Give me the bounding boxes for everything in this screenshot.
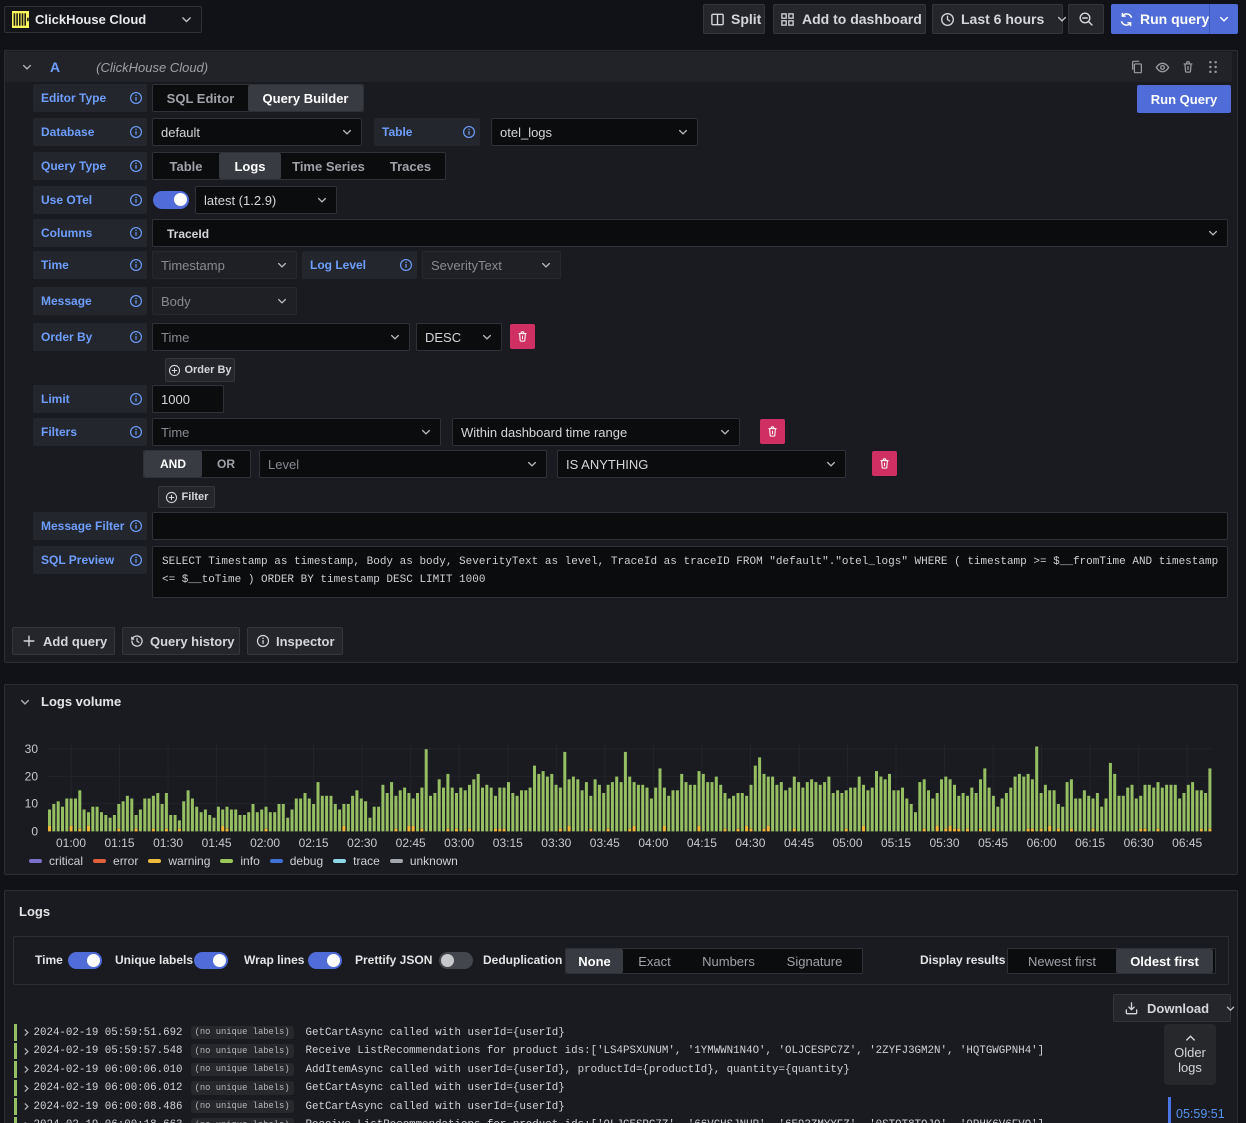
svg-text:20: 20 (25, 769, 39, 783)
svg-text:02:30: 02:30 (347, 836, 377, 850)
svg-text:05:15: 05:15 (881, 836, 911, 850)
svg-text:01:00: 01:00 (56, 836, 86, 850)
svg-text:06:15: 06:15 (1075, 836, 1105, 850)
svg-text:03:30: 03:30 (541, 836, 571, 850)
svg-text:06:00: 06:00 (1027, 836, 1057, 850)
svg-text:04:30: 04:30 (735, 836, 765, 850)
svg-text:06:30: 06:30 (1124, 836, 1154, 850)
svg-text:01:30: 01:30 (153, 836, 183, 850)
svg-text:05:45: 05:45 (978, 836, 1008, 850)
svg-text:04:15: 04:15 (687, 836, 717, 850)
svg-text:06:45: 06:45 (1172, 836, 1202, 850)
svg-text:02:15: 02:15 (299, 836, 329, 850)
svg-text:30: 30 (25, 742, 39, 756)
svg-text:0: 0 (31, 824, 38, 838)
svg-text:03:45: 03:45 (590, 836, 620, 850)
svg-text:01:45: 01:45 (202, 836, 232, 850)
svg-text:10: 10 (25, 797, 39, 811)
svg-text:05:30: 05:30 (929, 836, 959, 850)
svg-text:05:00: 05:00 (832, 836, 862, 850)
svg-text:04:45: 04:45 (784, 836, 814, 850)
svg-text:02:00: 02:00 (250, 836, 280, 850)
svg-text:02:45: 02:45 (396, 836, 426, 850)
svg-text:01:15: 01:15 (104, 836, 134, 850)
svg-text:04:00: 04:00 (638, 836, 668, 850)
svg-text:03:00: 03:00 (444, 836, 474, 850)
svg-text:03:15: 03:15 (493, 836, 523, 850)
